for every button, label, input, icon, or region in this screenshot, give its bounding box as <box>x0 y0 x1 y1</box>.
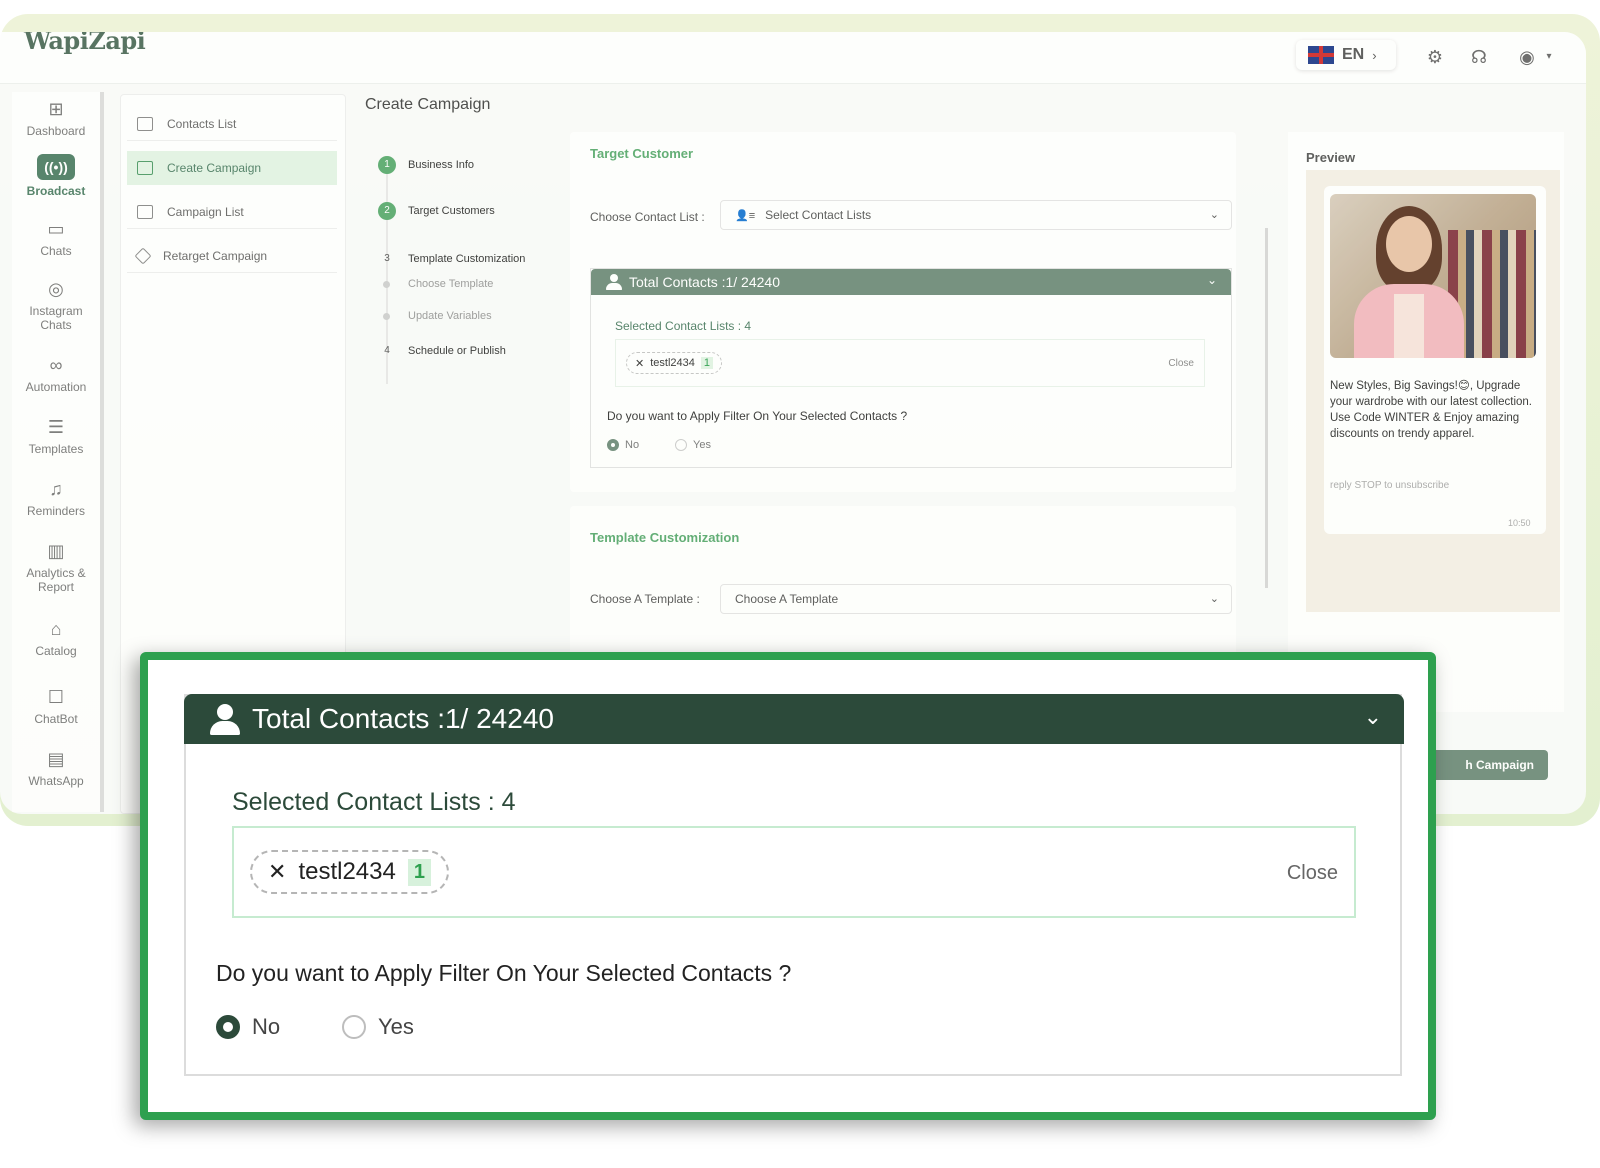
broadcast-icon: ((•)) <box>37 154 75 180</box>
preview-image <box>1330 194 1536 358</box>
preview-title: Preview <box>1306 150 1356 165</box>
contact-list-chip[interactable]: ✕ testl2434 1 <box>250 850 449 894</box>
submenu-campaign-list[interactable]: Campaign List <box>127 195 337 229</box>
step-schedule-publish[interactable]: 4 Schedule or Publish <box>378 342 506 360</box>
step-dot <box>383 312 390 320</box>
analytics-icon: ▥ <box>47 541 65 561</box>
automation-icon: ∞ <box>49 355 63 375</box>
contacts-icon <box>137 116 153 131</box>
filter-question-small: Do you want to Apply Filter On Your Sele… <box>607 409 908 423</box>
contacts-list-icon: 👤≡ <box>735 209 756 222</box>
nav-chats[interactable]: ▭ Chats <box>12 218 100 258</box>
nav-analytics[interactable]: ▥ Analytics & Report <box>12 540 100 594</box>
total-contacts-header-small[interactable]: Total Contacts :1/ 24240 ⌄ <box>591 269 1231 295</box>
nav-dashboard[interactable]: ⊞ Dashboard <box>12 98 100 138</box>
radio-selected-icon <box>607 439 619 451</box>
chevron-down-icon: ⌄ <box>1206 273 1217 287</box>
retarget-icon <box>134 247 152 264</box>
person-icon <box>605 273 623 291</box>
submenu-create-campaign[interactable]: Create Campaign <box>127 151 337 185</box>
choose-template-label: Choose A Template : <box>590 592 700 606</box>
total-contacts-panel: Total Contacts :1/ 24240 ⌄ Selected Cont… <box>184 694 1404 1076</box>
radio-empty-icon <box>675 439 687 451</box>
support-headset-icon[interactable]: ☊ <box>1468 46 1490 68</box>
chevron-down-icon[interactable]: ⌄ <box>1364 704 1382 730</box>
instagram-icon: ◎ <box>48 279 64 299</box>
template-customization-title: Template Customization <box>590 530 740 545</box>
bell-icon: ♫ <box>49 479 63 499</box>
close-button[interactable]: Close <box>1287 862 1338 885</box>
contact-list-label: Choose Contact List : <box>590 210 705 224</box>
total-contacts-panel-small: Total Contacts :1/ 24240 ⌄ Selected Cont… <box>590 268 1232 468</box>
templates-icon: ☰ <box>47 417 65 437</box>
remove-x-icon[interactable]: ✕ <box>268 859 286 885</box>
chatbot-icon: ☐ <box>47 687 65 707</box>
selected-lists-box: ✕ testl2434 1 Close <box>232 826 1356 918</box>
grid-icon: ⊞ <box>48 99 64 119</box>
campaign-list-icon <box>137 204 153 219</box>
preview-footer-text: reply STOP to unsubscribe <box>1330 480 1450 491</box>
radio-no[interactable]: No <box>216 1014 280 1040</box>
app-logo[interactable]: WapiZapi <box>24 32 146 55</box>
create-campaign-icon <box>137 161 153 175</box>
filter-question: Do you want to Apply Filter On Your Sele… <box>216 960 792 986</box>
radio-empty-icon <box>342 1015 366 1039</box>
uk-flag-icon <box>1308 46 1334 64</box>
settings-gear-icon[interactable]: ⚙ <box>1424 46 1446 68</box>
submenu-contacts-list[interactable]: Contacts List <box>127 107 337 141</box>
selected-contact-lists-label: Selected Contact Lists : 4 <box>232 788 516 816</box>
chip-label: testl2434 <box>298 858 396 885</box>
content-scrollbar[interactable] <box>1265 228 1268 588</box>
chip-count-badge: 1 <box>407 858 431 886</box>
language-label: EN <box>1342 46 1365 63</box>
selected-lists-box-small: ✕ testl2434 1 Close <box>615 339 1205 387</box>
close-button-small[interactable]: Close <box>1168 358 1194 369</box>
language-selector[interactable]: EN › <box>1296 40 1396 70</box>
step-template-customization[interactable]: 3 Template Customization <box>378 250 525 268</box>
step-dot <box>383 280 390 288</box>
nav-catalog[interactable]: ⌂ Catalog <box>12 618 100 658</box>
chat-icon: ▭ <box>47 219 65 239</box>
person-icon <box>208 702 242 736</box>
user-avatar-icon[interactable]: ◉ <box>1516 46 1538 68</box>
preview-message-text: New Styles, Big Savings!😊, Upgrade your … <box>1330 380 1532 440</box>
top-bar: WapiZapi EN › ⚙ ☊ ◉ ▾ <box>0 32 1586 84</box>
choose-template-select[interactable]: Choose A Template ⌄ <box>720 584 1232 614</box>
zoom-callout: Total Contacts :1/ 24240 ⌄ Selected Cont… <box>140 652 1436 1120</box>
icon-sidebar: ⊞ Dashboard ((•)) Broadcast ▭ Chats ◎ Instag… <box>12 92 104 812</box>
chevron-right-icon: › <box>1372 47 1377 63</box>
chevron-down-icon: ⌄ <box>1209 209 1219 221</box>
total-contacts-text: Total Contacts :1/ 24240 <box>252 703 554 734</box>
nav-chatbot[interactable]: ☐ ChatBot <box>12 686 100 726</box>
submenu-retarget-campaign[interactable]: Retarget Campaign <box>127 239 337 273</box>
top-shape <box>1394 294 1424 358</box>
radio-no-small[interactable]: No <box>607 439 639 451</box>
woman-face-shape <box>1386 216 1432 272</box>
chevron-down-icon: ⌄ <box>1209 593 1219 605</box>
nav-broadcast[interactable]: ((•)) Broadcast <box>12 154 100 198</box>
nav-automation[interactable]: ∞ Automation <box>12 354 100 394</box>
contact-chip-small[interactable]: ✕ testl2434 1 <box>626 352 722 374</box>
step-update-variables[interactable]: Update Variables <box>378 310 492 322</box>
radio-yes-small[interactable]: Yes <box>675 439 711 451</box>
step-business-info[interactable]: 1 Business Info <box>378 156 474 174</box>
whatsapp-icon: ▤ <box>47 749 65 769</box>
page-title: Create Campaign <box>365 96 491 113</box>
radio-yes[interactable]: Yes <box>342 1014 414 1040</box>
nav-whatsapp[interactable]: ▤ WhatsApp <box>12 748 100 788</box>
nav-reminders[interactable]: ♫ Reminders <box>12 478 100 518</box>
nav-instagram-chats[interactable]: ◎ Instagram Chats <box>12 278 100 332</box>
remove-x-icon[interactable]: ✕ <box>635 357 644 370</box>
radio-selected-icon <box>216 1015 240 1039</box>
selected-lists-label-small: Selected Contact Lists : 4 <box>615 319 752 333</box>
step-choose-template[interactable]: Choose Template <box>378 278 493 290</box>
step-target-customers[interactable]: 2 Target Customers <box>378 202 495 220</box>
target-customer-title: Target Customer <box>590 146 694 161</box>
caret-down-icon[interactable]: ▾ <box>1538 46 1560 68</box>
contact-list-select[interactable]: 👤≡ Select Contact Lists ⌄ <box>720 200 1232 230</box>
preview-timestamp: 10:50 <box>1508 518 1531 528</box>
nav-templates[interactable]: ☰ Templates <box>12 416 100 456</box>
total-contacts-header[interactable]: Total Contacts :1/ 24240 ⌄ <box>184 694 1404 744</box>
store-icon: ⌂ <box>50 619 62 639</box>
